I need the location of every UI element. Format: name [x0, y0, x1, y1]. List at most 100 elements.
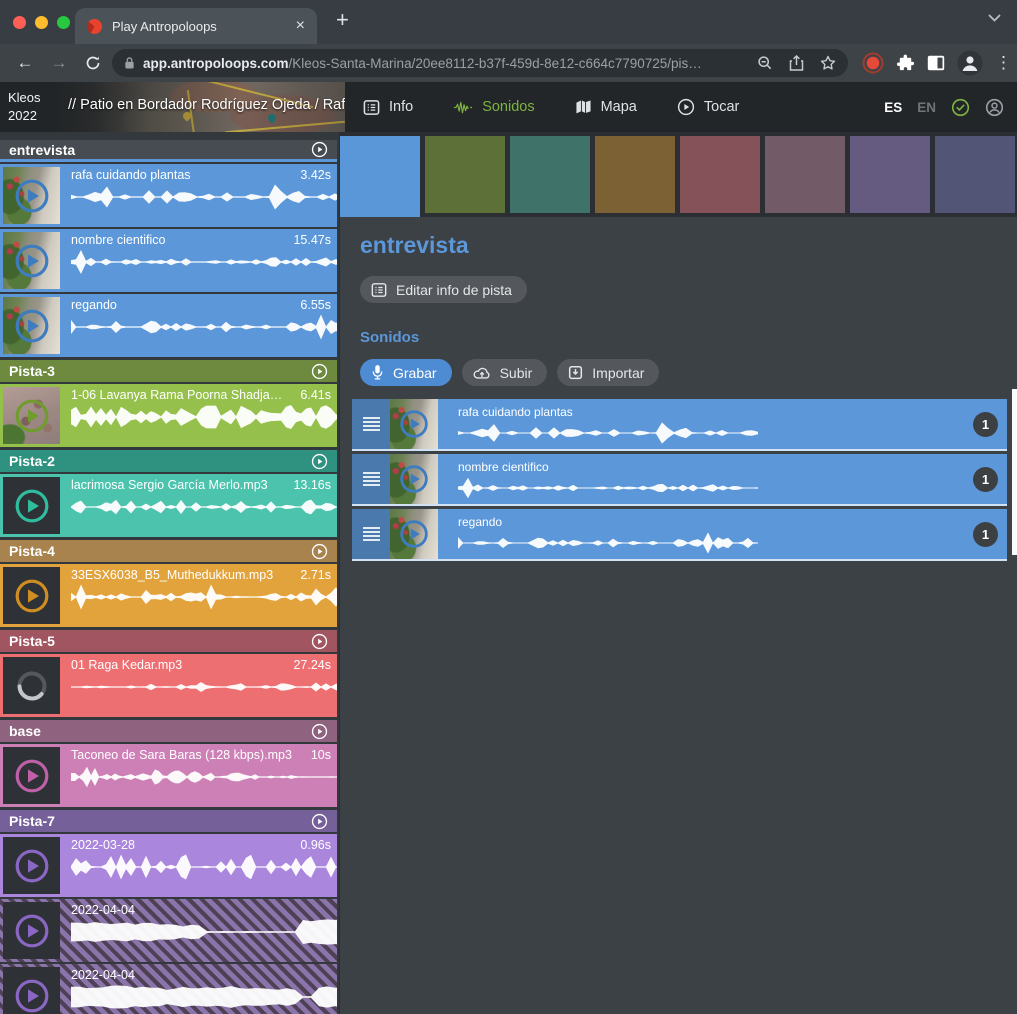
track-header[interactable]: entrevista	[0, 140, 337, 162]
clip-thumbnail[interactable]	[3, 167, 60, 224]
address-bar[interactable]: app.antropoloops.com/Kleos-Santa-Marina/…	[112, 49, 848, 77]
audio-clip[interactable]: 2022-04-04	[0, 899, 337, 962]
lang-es[interactable]: ES	[884, 100, 902, 115]
maximize-window-icon[interactable]	[57, 16, 70, 29]
track-play-icon[interactable]	[311, 543, 328, 560]
audio-clip[interactable]: Taconeo de Sara Baras (128 kbps).mp3 10s	[0, 744, 337, 807]
clip-thumbnail[interactable]	[3, 747, 60, 804]
clip-thumbnail[interactable]	[3, 387, 60, 444]
clip-thumbnail[interactable]	[3, 657, 60, 714]
play-button-icon[interactable]	[14, 978, 50, 1014]
track-color-square[interactable]	[425, 136, 505, 213]
play-button-icon[interactable]	[14, 178, 50, 214]
reload-icon[interactable]	[76, 55, 110, 71]
play-button-icon[interactable]	[14, 243, 50, 279]
clip-thumbnail[interactable]	[3, 837, 60, 894]
browser-tab[interactable]: Play Antropoloops ×	[75, 8, 317, 44]
audio-clip[interactable]: regando 6.55s	[0, 294, 337, 357]
sound-thumbnail[interactable]	[390, 454, 438, 504]
track-color-square[interactable]	[680, 136, 760, 213]
sound-row[interactable]: rafa cuidando plantas 1	[352, 399, 1007, 451]
lang-en[interactable]: EN	[917, 100, 936, 115]
play-button-icon[interactable]	[14, 578, 50, 614]
track-header[interactable]: Pista-5	[0, 630, 337, 652]
side-panel-icon[interactable]	[927, 55, 945, 71]
zoom-icon[interactable]	[757, 55, 773, 71]
tab-search-chevron-icon[interactable]	[988, 14, 1001, 22]
audio-clip[interactable]: 1-06 Lavanya Rama Poorna Shadjam Rupak… …	[0, 384, 337, 447]
clip-thumbnail[interactable]	[3, 297, 60, 354]
tab-close-icon[interactable]: ×	[296, 18, 305, 34]
track-play-icon[interactable]	[311, 723, 328, 740]
track-color-square[interactable]	[765, 136, 845, 213]
play-button-icon[interactable]	[14, 913, 50, 949]
profile-avatar[interactable]	[957, 50, 983, 76]
drag-handle[interactable]	[352, 399, 390, 449]
audio-clip[interactable]: 33ESX6038_B5_Muthedukkum.mp3 2.71s	[0, 564, 337, 627]
track-color-square[interactable]	[595, 136, 675, 213]
play-button-icon[interactable]	[399, 519, 429, 549]
play-button-icon[interactable]	[14, 848, 50, 884]
track-header[interactable]: Pista-7	[0, 810, 337, 832]
upload-button[interactable]: Subir	[462, 359, 548, 386]
edit-track-info-button[interactable]: Editar info de pista	[360, 276, 527, 303]
location-banner[interactable]: Kleos 2022 // Patio en Bordador Rodrígue…	[0, 82, 345, 132]
play-button-icon[interactable]	[399, 409, 429, 439]
track-header[interactable]: Pista-4	[0, 540, 337, 562]
track-header[interactable]: Pista-3	[0, 360, 337, 382]
record-button[interactable]: Grabar	[360, 359, 452, 386]
sound-row[interactable]: nombre cientifico 1	[352, 454, 1007, 506]
minimize-window-icon[interactable]	[35, 16, 48, 29]
play-button-icon[interactable]	[14, 758, 50, 794]
play-button-icon[interactable]	[14, 308, 50, 344]
play-button-icon[interactable]	[399, 464, 429, 494]
clip-thumbnail[interactable]	[3, 232, 60, 289]
track-color-square[interactable]	[340, 136, 420, 217]
sound-thumbnail[interactable]	[390, 399, 438, 449]
audio-clip[interactable]: nombre cientifico 15.47s	[0, 229, 337, 292]
track-play-icon[interactable]	[311, 813, 328, 830]
track-header[interactable]: base	[0, 720, 337, 742]
audio-clip[interactable]: lacrimosa Sergio García Merlo.mp3 13.16s	[0, 474, 337, 537]
share-icon[interactable]	[789, 55, 804, 72]
import-button[interactable]: Importar	[557, 359, 659, 386]
clip-thumbnail[interactable]	[3, 477, 60, 534]
account-icon[interactable]	[985, 98, 1004, 117]
track-color-square[interactable]	[935, 136, 1015, 213]
nav-item-tocar[interactable]: Tocar	[677, 98, 739, 116]
sound-thumbnail[interactable]	[390, 509, 438, 559]
track-header[interactable]: Pista-2	[0, 450, 337, 472]
back-icon[interactable]: ←	[8, 53, 42, 73]
play-button-icon[interactable]	[14, 488, 50, 524]
nav-item-mapa[interactable]: Mapa	[575, 99, 637, 115]
browser-menu-icon[interactable]: ⋮	[995, 53, 1012, 73]
nav-item-sonidos[interactable]: Sonidos	[453, 99, 534, 115]
track-play-icon[interactable]	[311, 453, 328, 470]
forward-icon[interactable]: →	[42, 53, 76, 73]
track-play-icon[interactable]	[311, 141, 328, 158]
close-window-icon[interactable]	[13, 16, 26, 29]
track-play-icon[interactable]	[311, 363, 328, 380]
clip-thumbnail[interactable]	[3, 902, 60, 959]
sound-row[interactable]: regando 1	[352, 509, 1007, 561]
sound-list-scrollbar[interactable]	[1012, 389, 1017, 555]
sync-check-icon[interactable]	[951, 98, 970, 117]
audio-clip[interactable]: 01 Raga Kedar.mp3 27.24s	[0, 654, 337, 717]
record-extension-icon[interactable]	[862, 52, 884, 74]
brand-logo[interactable]: Kleos 2022	[8, 89, 41, 125]
bookmark-star-icon[interactable]	[820, 55, 836, 71]
drag-handle[interactable]	[352, 454, 390, 504]
track-color-square[interactable]	[850, 136, 930, 213]
play-button-icon[interactable]	[14, 398, 50, 434]
clip-thumbnail[interactable]	[3, 567, 60, 624]
audio-clip[interactable]: 2022-04-04	[0, 964, 337, 1014]
nav-item-info[interactable]: Info	[363, 99, 413, 116]
extensions-puzzle-icon[interactable]	[896, 54, 915, 73]
audio-clip[interactable]: rafa cuidando plantas 3.42s	[0, 164, 337, 227]
track-color-square[interactable]	[510, 136, 590, 213]
track-play-icon[interactable]	[311, 633, 328, 650]
audio-clip[interactable]: 2022-03-28 0.96s	[0, 834, 337, 897]
clip-thumbnail[interactable]	[3, 967, 60, 1014]
drag-handle[interactable]	[352, 509, 390, 559]
new-tab-button[interactable]: +	[336, 7, 349, 33]
